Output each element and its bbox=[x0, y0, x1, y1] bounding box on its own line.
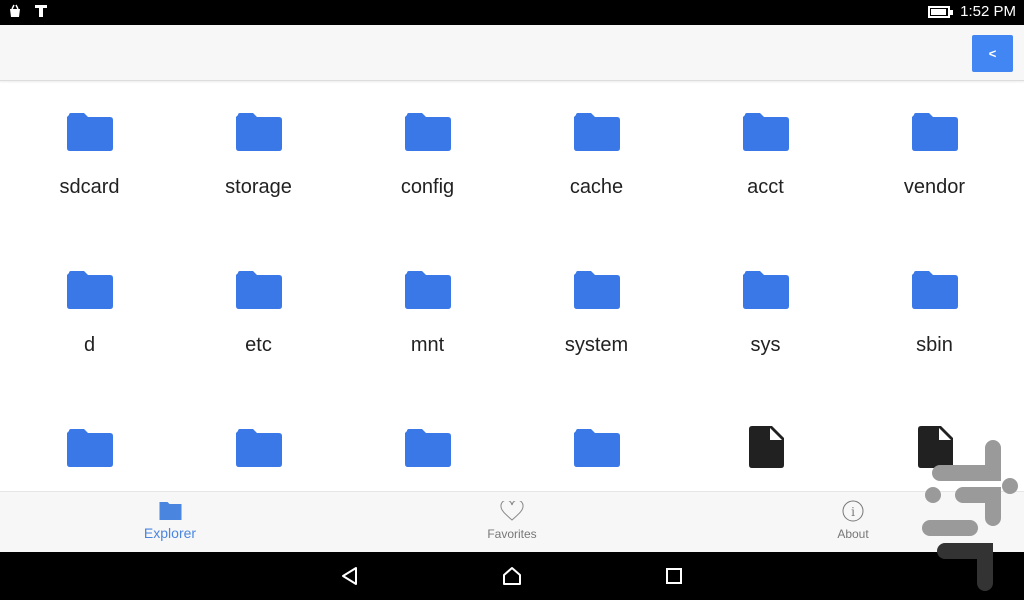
file-name: acct bbox=[747, 176, 784, 198]
text-t-icon bbox=[35, 5, 47, 17]
folder-item[interactable]: acct bbox=[681, 82, 850, 240]
folder-icon bbox=[235, 113, 282, 151]
file-name: sys bbox=[750, 334, 781, 356]
back-nav-icon[interactable] bbox=[338, 564, 362, 588]
folder-item[interactable] bbox=[343, 398, 512, 491]
bottom-nav: Explorer Favorites i About bbox=[0, 491, 1024, 552]
nav-label: About bbox=[837, 527, 869, 541]
folder-item[interactable]: config bbox=[343, 82, 512, 240]
folder-icon bbox=[573, 429, 620, 467]
file-name: sdcard bbox=[59, 176, 120, 198]
folder-icon bbox=[66, 271, 113, 309]
system-nav-bar bbox=[0, 552, 1024, 600]
folder-icon bbox=[573, 113, 620, 151]
folder-icon bbox=[742, 113, 789, 151]
folder-icon bbox=[573, 271, 620, 309]
file-icon bbox=[917, 426, 953, 468]
back-button[interactable]: < bbox=[972, 35, 1013, 72]
file-name: mnt bbox=[410, 334, 445, 356]
file-name: d bbox=[83, 334, 96, 356]
folder-item[interactable]: sys bbox=[681, 240, 850, 398]
folder-item[interactable]: vendor bbox=[850, 82, 1019, 240]
folder-icon bbox=[404, 113, 451, 151]
file-name: cache bbox=[569, 176, 624, 198]
file-name: storage bbox=[225, 176, 292, 198]
file-icon bbox=[748, 426, 784, 468]
file-grid: sdcard storage config cache acct vendor d etc mn… bbox=[0, 82, 1024, 491]
folder-icon bbox=[66, 429, 113, 467]
nav-label: Explorer bbox=[143, 525, 197, 541]
folder-item[interactable]: sbin bbox=[850, 240, 1019, 398]
nav-label: Favorites bbox=[487, 527, 537, 541]
folder-icon bbox=[404, 271, 451, 309]
status-time: 1:52 PM bbox=[960, 3, 1016, 20]
folder-icon bbox=[911, 271, 958, 309]
file-item[interactable] bbox=[850, 398, 1019, 491]
file-item[interactable] bbox=[681, 398, 850, 491]
home-nav-icon[interactable] bbox=[500, 564, 524, 588]
file-name: etc bbox=[245, 334, 272, 356]
folder-item[interactable] bbox=[5, 398, 174, 491]
file-name: vendor bbox=[903, 176, 966, 198]
file-name: system bbox=[564, 334, 629, 356]
folder-icon bbox=[235, 429, 282, 467]
bag-icon bbox=[10, 4, 20, 17]
toolbar: < bbox=[0, 25, 1024, 81]
folder-icon bbox=[235, 271, 282, 309]
svg-text:i: i bbox=[851, 505, 855, 519]
folder-item[interactable]: sdcard bbox=[5, 82, 174, 240]
file-name: sbin bbox=[916, 334, 953, 356]
nav-item-explorer[interactable]: Explorer bbox=[90, 492, 250, 553]
recents-nav-icon[interactable] bbox=[662, 564, 686, 588]
folder-item[interactable]: cache bbox=[512, 82, 681, 240]
battery-icon bbox=[928, 5, 954, 18]
nav-item-about[interactable]: i About bbox=[773, 492, 933, 553]
heart-icon bbox=[500, 501, 524, 521]
folder-item[interactable] bbox=[512, 398, 681, 491]
folder-item[interactable]: d bbox=[5, 240, 174, 398]
folder-item[interactable]: system bbox=[512, 240, 681, 398]
folder-item[interactable]: etc bbox=[174, 240, 343, 398]
folder-item[interactable]: storage bbox=[174, 82, 343, 240]
folder-icon bbox=[742, 271, 789, 309]
folder-icon bbox=[66, 113, 113, 151]
folder-icon bbox=[404, 429, 451, 467]
nav-item-favorites[interactable]: Favorites bbox=[432, 492, 592, 553]
folder-item[interactable]: mnt bbox=[343, 240, 512, 398]
folder-item[interactable] bbox=[174, 398, 343, 491]
status-bar: 1:52 PM bbox=[0, 0, 1024, 25]
folder-icon bbox=[911, 113, 958, 151]
info-icon: i bbox=[842, 500, 864, 522]
file-name: config bbox=[400, 176, 455, 198]
folder-icon bbox=[159, 502, 181, 520]
